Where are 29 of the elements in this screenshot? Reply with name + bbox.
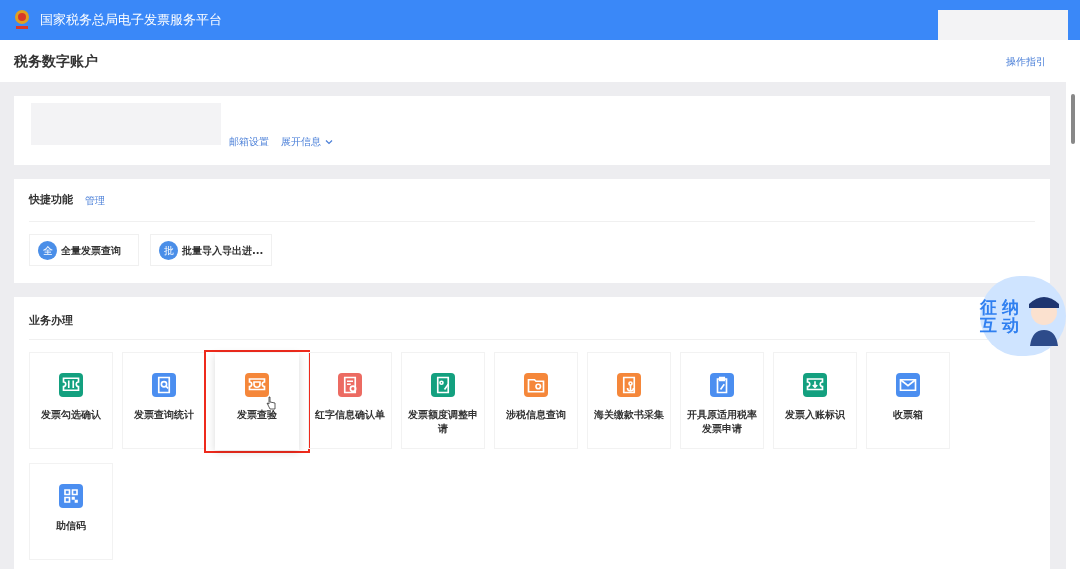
- page-title: 税务数字账户: [14, 51, 98, 71]
- assistant-label: 动: [1002, 316, 1020, 334]
- assistant-label: 纳: [1002, 298, 1020, 316]
- service-tile[interactable]: 红字信息确认单: [308, 352, 392, 449]
- service-tile[interactable]: 助信码: [29, 463, 113, 560]
- assistant-label: 互: [980, 316, 998, 334]
- section-title: 快捷功能: [29, 191, 73, 208]
- platform-title: 国家税务总局电子发票服务平台: [40, 11, 222, 30]
- manage-link[interactable]: 管理: [85, 192, 105, 208]
- account-link[interactable]: 邮箱设置: [229, 134, 269, 149]
- section-title: 业务办理: [29, 312, 73, 329]
- pointer-cursor-icon: [266, 396, 276, 410]
- emblem-icon: [12, 9, 32, 31]
- service-tile[interactable]: 发票额度调整申请: [401, 352, 485, 449]
- badge-icon: 批: [159, 240, 178, 260]
- account-link[interactable]: 展开信息: [281, 134, 333, 149]
- service-tile[interactable]: 涉税信息查询: [494, 352, 578, 449]
- service-tile[interactable]: 开具原适用税率发票申请: [680, 352, 764, 449]
- guide-link[interactable]: 操作指引: [1006, 53, 1046, 69]
- service-tile[interactable]: 发票勾选确认: [29, 352, 113, 449]
- service-tile[interactable]: 海关缴款书采集: [587, 352, 671, 449]
- badge-icon: 全: [38, 240, 57, 260]
- service-tile[interactable]: 收票箱: [866, 352, 950, 449]
- service-tile[interactable]: 发票查询统计: [122, 352, 206, 449]
- shortcut-button[interactable]: 批 批量导入导出进...: [150, 234, 273, 266]
- service-tile[interactable]: 发票查验: [215, 353, 299, 450]
- service-tile[interactable]: 发票入账标识: [773, 352, 857, 449]
- shortcut-button[interactable]: 全 全量发票查询: [29, 234, 139, 266]
- assistant-label: 征: [980, 298, 998, 316]
